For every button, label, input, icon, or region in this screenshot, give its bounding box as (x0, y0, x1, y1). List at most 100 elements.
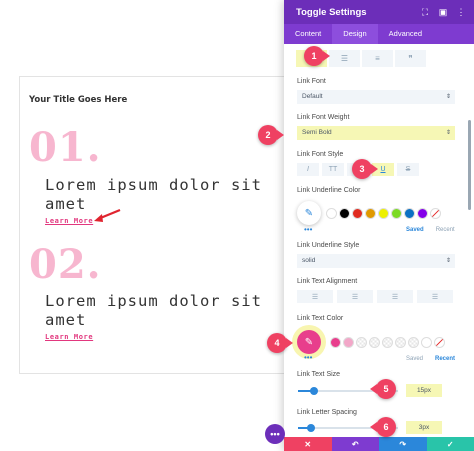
panel-tabs: Content Design Advanced (284, 24, 474, 44)
strikethrough-button[interactable]: S (397, 163, 419, 176)
more-options-icon[interactable]: ⋮ (456, 7, 466, 17)
saved-recent-tabs-2: Saved Recent (406, 356, 455, 362)
eyedropper-icon: ✎ (304, 207, 314, 219)
swatch-transparent-2[interactable] (369, 336, 380, 348)
redo-button[interactable]: ↷ (379, 437, 427, 451)
swatch-transparent-1[interactable] (356, 336, 367, 348)
link-font-select[interactable]: Default ⇕ (297, 90, 455, 104)
swatch-transparent-4[interactable] (395, 336, 406, 348)
more-actions-button[interactable]: ••• (265, 424, 285, 444)
align-justify-icon: ☰ (431, 293, 439, 301)
align-right-icon: ☰ (391, 293, 399, 301)
align-justify-button[interactable]: ☰ (417, 290, 453, 303)
redo-icon: ↷ (399, 439, 407, 449)
tab-content[interactable]: Content (284, 24, 332, 44)
panel-body: 🔗 ☰ ≡ ❞ Link Font Default ⇕ Link Font We… (284, 44, 474, 437)
link-text-alignment-buttons: ☰ ☰ ☰ ☰ (297, 290, 453, 303)
list-style-button[interactable]: ☰ (329, 50, 360, 67)
link-font-weight-select[interactable]: Semi Bold ⇕ (297, 126, 455, 140)
swatch-blue[interactable] (404, 207, 415, 219)
learn-more-link-1[interactable]: Learn More (45, 217, 93, 225)
underline-color-picker[interactable]: ✎ (297, 201, 321, 225)
link-text-size-label: Link Text Size (297, 371, 341, 378)
link-text-color-label: Link Text Color (297, 315, 344, 322)
discard-button[interactable]: ✕ (284, 437, 332, 451)
chevron-updown-icon: ⇕ (445, 258, 451, 264)
align-left-button[interactable]: ☰ (297, 290, 333, 303)
more-swatches-icon-2[interactable]: ••• (304, 353, 312, 362)
strikethrough-icon: S (405, 166, 411, 173)
no-color-icon-2[interactable] (434, 336, 445, 348)
step-marker-2: 2 (258, 125, 284, 145)
swatch-purple[interactable] (417, 207, 428, 219)
link-letter-spacing-label: Link Letter Spacing (297, 409, 357, 416)
swatch-black[interactable] (339, 207, 350, 219)
saved-tab-2[interactable]: Saved (406, 356, 423, 362)
undo-button[interactable]: ↶ (331, 437, 379, 451)
link-text-size-value[interactable]: 15px (406, 384, 442, 397)
recent-tab-2[interactable]: Recent (435, 356, 455, 362)
link-font-weight-value: Semi Bold (302, 129, 332, 136)
link-underline-color-label: Link Underline Color (297, 187, 361, 194)
swatch-yellow[interactable] (378, 207, 389, 219)
save-button[interactable]: ✓ (426, 437, 474, 451)
swatch-pink[interactable] (330, 336, 341, 348)
list-icon: ☰ (340, 54, 349, 63)
step-marker-3: 3 (352, 159, 378, 179)
swatch-transparent-3[interactable] (382, 336, 393, 348)
saved-tab[interactable]: Saved (406, 227, 424, 233)
link-font-label: Link Font (297, 78, 326, 85)
slider-handle[interactable] (310, 387, 318, 395)
step-marker-5: 5 (370, 379, 396, 399)
swatch-green[interactable] (391, 207, 402, 219)
uppercase-icon: TT (328, 166, 338, 173)
panel-title: Toggle Settings (296, 6, 367, 18)
swatch-orange[interactable] (365, 207, 376, 219)
fullscreen-icon[interactable]: ⛶ (420, 7, 430, 17)
tab-design[interactable]: Design (332, 24, 378, 44)
chevron-updown-icon: ⇕ (445, 94, 451, 100)
text-color-swatches: ✎ (297, 330, 445, 354)
item-number-2: 02. (29, 241, 102, 288)
learn-more-link-2[interactable]: Learn More (45, 333, 93, 341)
ordered-list-style-button[interactable]: ≡ (362, 50, 393, 67)
saved-recent-tabs: Saved Recent (406, 227, 455, 233)
swatch-white[interactable] (326, 207, 337, 219)
tab-advanced[interactable]: Advanced (378, 24, 433, 44)
uppercase-button[interactable]: TT (322, 163, 344, 176)
item-text-1: Lorem ipsum dolor sit amet (45, 176, 262, 213)
swatch-red[interactable] (352, 207, 363, 219)
text-color-picker[interactable]: ✎ (297, 330, 321, 354)
link-underline-style-select[interactable]: solid ⇕ (297, 254, 455, 268)
close-icon: ✕ (304, 439, 312, 449)
step-marker-1: 1 (304, 46, 330, 66)
recent-tab[interactable]: Recent (436, 227, 455, 233)
align-left-icon: ☰ (311, 293, 319, 301)
red-arrow-icon (94, 208, 121, 222)
quote-style-button[interactable]: ❞ (395, 50, 426, 67)
link-underline-style-label: Link Underline Style (297, 242, 360, 249)
align-right-button[interactable]: ☰ (377, 290, 413, 303)
align-center-button[interactable]: ☰ (337, 290, 373, 303)
swatch-white-2[interactable] (421, 336, 432, 348)
chevron-updown-icon: ⇕ (445, 130, 451, 136)
item-number-1: 01. (29, 124, 102, 171)
quote-icon: ❞ (408, 54, 413, 63)
italic-button[interactable]: I (297, 163, 319, 176)
no-color-icon[interactable] (430, 207, 441, 219)
swatch-light-pink[interactable] (343, 336, 354, 348)
link-font-style-label: Link Font Style (297, 151, 344, 158)
italic-icon: I (307, 166, 309, 173)
swatch-transparent-5[interactable] (408, 336, 419, 348)
link-underline-style-value: solid (302, 257, 316, 264)
undo-icon: ↶ (351, 439, 359, 449)
split-view-icon[interactable]: ▣ (438, 7, 448, 17)
eyedropper-icon: ✎ (304, 336, 314, 348)
step-marker-4: 4 (267, 333, 293, 353)
link-font-value: Default (302, 93, 323, 100)
panel-scrollbar[interactable] (468, 120, 471, 210)
item-text-2: Lorem ipsum dolor sit amet (45, 292, 262, 329)
more-swatches-icon[interactable]: ••• (304, 225, 312, 234)
slider-handle[interactable] (307, 424, 315, 432)
link-letter-spacing-value[interactable]: 3px (406, 421, 442, 434)
